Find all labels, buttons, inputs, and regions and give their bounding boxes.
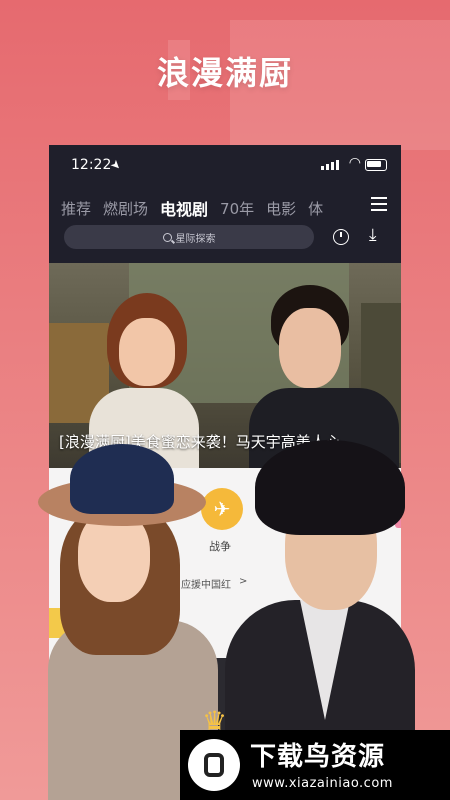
wifi-icon: ◠ bbox=[348, 155, 361, 171]
watermark-title: 下载鸟资源 bbox=[250, 742, 386, 772]
sub-entry-label[interactable]: 应援中国红 bbox=[181, 576, 231, 591]
history-icon[interactable] bbox=[333, 229, 349, 245]
watermark-url: www.xiazainiao.com bbox=[252, 776, 393, 791]
channel-tabs: 推荐 燃剧场 电视剧 70年 电影 体 bbox=[49, 195, 379, 221]
promo-headline: 浪漫满厨 bbox=[156, 54, 293, 92]
status-time: 12:22 bbox=[71, 157, 112, 173]
tab-70-years[interactable]: 70年 bbox=[220, 198, 254, 219]
airplane-icon[interactable]: ✈ bbox=[201, 488, 243, 530]
menu-icon[interactable] bbox=[371, 197, 387, 211]
watermark: 下载鸟资源 www.xiazainiao.com bbox=[180, 730, 450, 800]
hat-crown bbox=[70, 444, 174, 514]
signal-icon bbox=[321, 160, 339, 170]
actress-face bbox=[119, 318, 175, 386]
tab-burning-theater[interactable]: 燃剧场 bbox=[103, 198, 148, 219]
tab-recommend[interactable]: 推荐 bbox=[61, 198, 91, 219]
tab-tv-series[interactable]: 电视剧 bbox=[160, 196, 208, 220]
actor-face bbox=[279, 308, 341, 388]
status-bar: 12:22 ➤ ◠ bbox=[49, 145, 401, 185]
featured-banner[interactable]: [浪漫满厨]美食蜜恋来袭！马天宇高美人心 bbox=[49, 263, 401, 468]
chevron-right-icon: > bbox=[239, 576, 248, 587]
search-input[interactable]: 星际探索 bbox=[64, 225, 314, 249]
search-placeholder: 星际探索 bbox=[175, 233, 216, 245]
actor-figure-hair bbox=[255, 440, 405, 535]
tab-sports[interactable]: 体 bbox=[308, 198, 323, 219]
download-icon[interactable]: ⤓ bbox=[369, 225, 377, 245]
tab-movies[interactable]: 电影 bbox=[266, 198, 296, 219]
battery-icon bbox=[365, 159, 387, 171]
search-icon bbox=[162, 232, 172, 242]
bird-logo-icon bbox=[188, 739, 240, 791]
category-label: 战争 bbox=[209, 540, 231, 553]
